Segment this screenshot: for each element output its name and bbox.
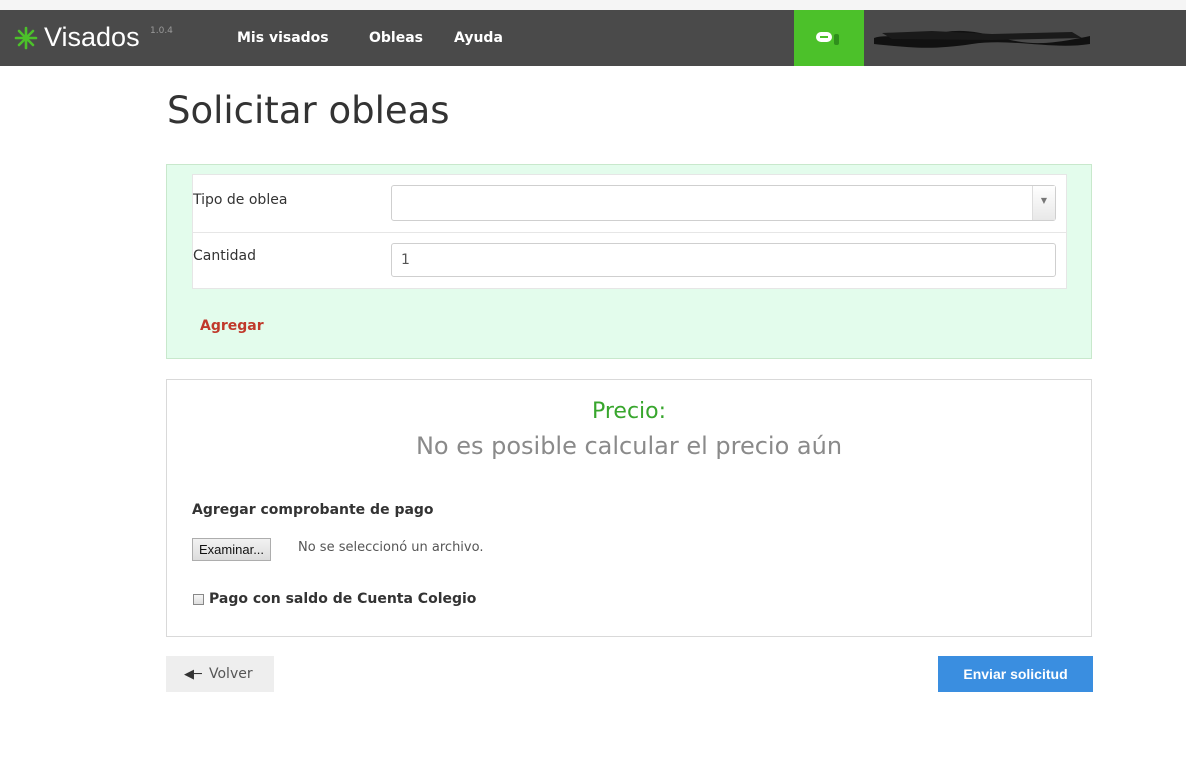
cantidad-input[interactable]: 1: [391, 243, 1056, 277]
page-title: Solicitar obleas: [167, 89, 450, 132]
saldo-checkbox-label[interactable]: Pago con saldo de Cuenta Colegio: [209, 591, 476, 607]
window-top-strip: [0, 0, 1186, 10]
nav-item-mis-visados[interactable]: Mis visados: [237, 30, 329, 46]
user-menu-button[interactable]: [794, 10, 864, 66]
file-status-text: No se seleccionó un archivo.: [298, 540, 484, 555]
agregar-link[interactable]: Agregar: [200, 318, 264, 334]
precio-title: Precio:: [591, 399, 667, 424]
volver-label: Volver: [209, 666, 253, 682]
examinar-button[interactable]: Examinar...: [192, 538, 272, 561]
row-divider: [193, 232, 1066, 233]
nav-item-obleas[interactable]: Obleas: [369, 30, 423, 46]
redacted-user-name: [874, 30, 1090, 48]
volver-button[interactable]: ◀─ Volver: [166, 656, 274, 692]
nav-item-ayuda[interactable]: Ayuda: [454, 30, 503, 46]
app-version: 1.0.4: [150, 26, 173, 36]
oblea-form-table: Tipo de oblea ▼ Cantidad 1: [192, 174, 1067, 289]
brand-name[interactable]: Visados: [44, 20, 140, 54]
precio-panel: Precio: No es posible calcular el precio…: [166, 379, 1092, 637]
precio-message: No es posible calcular el precio aún: [415, 432, 843, 460]
tipo-oblea-label: Tipo de oblea: [193, 192, 288, 208]
cantidad-label: Cantidad: [193, 248, 256, 264]
oblea-form-panel: Tipo de oblea ▼ Cantidad 1 Agregar: [166, 164, 1092, 359]
asterisk-icon: [14, 26, 38, 50]
comprobante-label: Agregar comprobante de pago: [192, 502, 434, 518]
chevron-down-icon[interactable]: ▼: [1032, 186, 1055, 220]
arrow-left-icon: ◀─: [184, 667, 202, 682]
user-badge-icon: [816, 32, 839, 45]
tipo-oblea-select[interactable]: ▼: [391, 185, 1056, 221]
top-navbar: Visados 1.0.4 Mis visados Obleas Ayuda: [0, 10, 1186, 66]
saldo-checkbox[interactable]: [193, 594, 204, 605]
enviar-solicitud-button[interactable]: Enviar solicitud: [938, 656, 1093, 692]
